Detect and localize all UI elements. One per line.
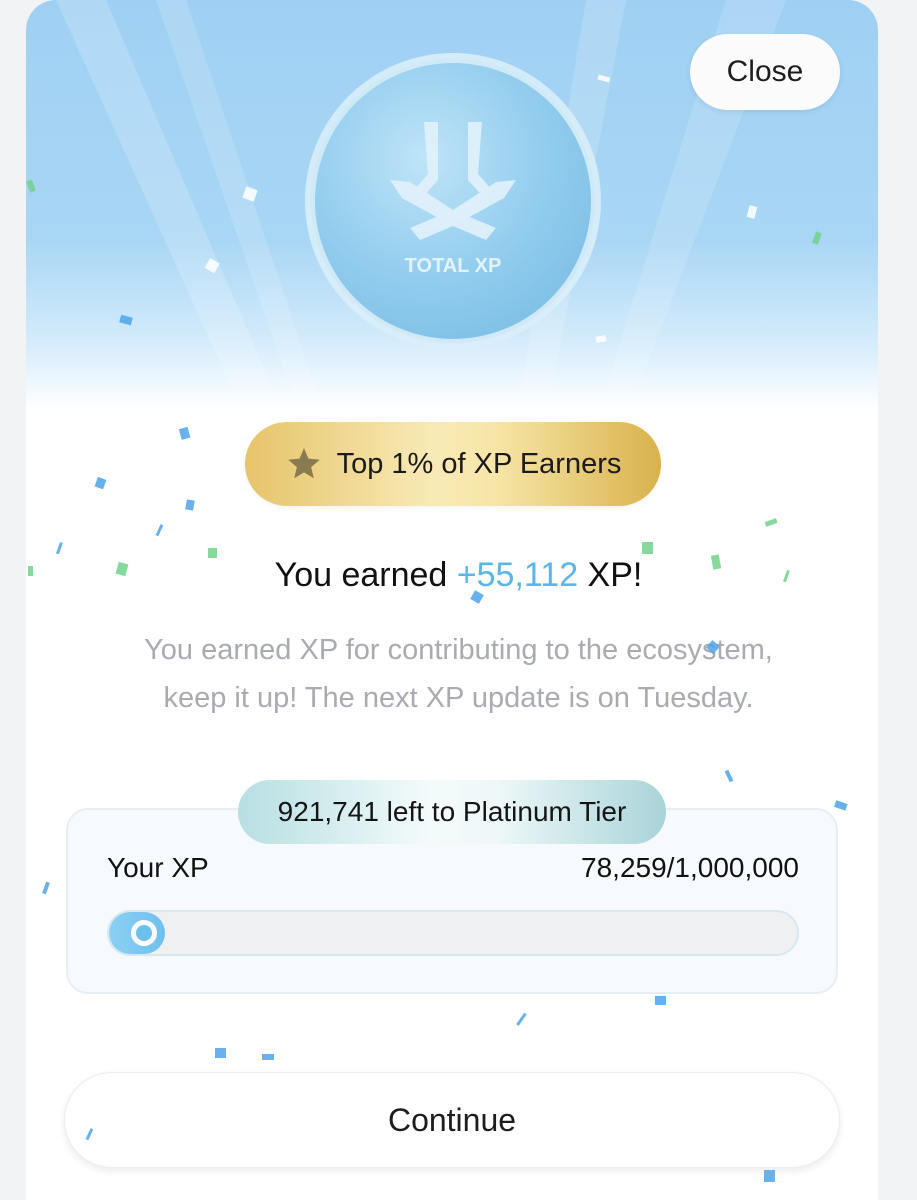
description-line-1: You earned XP for contributing to the ec… (144, 634, 773, 666)
description: You earned XP for contributing to the ec… (60, 626, 857, 722)
earned-amount: +55,112 (456, 556, 579, 594)
xp-progress-bar (107, 910, 799, 956)
xp-value: 78,259/1,000,000 (581, 852, 799, 883)
headline-prefix: You earned (274, 556, 457, 594)
your-xp-label: Your XP (107, 852, 209, 883)
earned-headline: You earned +55,112 XP! (0, 556, 917, 595)
headline-suffix: XP! (578, 556, 643, 594)
rank-badge: Top 1% of XP Earners (245, 422, 661, 506)
close-button[interactable]: Close (690, 34, 840, 110)
tier-progress-pill: 921,741 left to Platinum Tier (238, 780, 666, 844)
progress-knob (131, 920, 157, 946)
badge-text: Top 1% of XP Earners (336, 447, 622, 480)
star-icon (287, 448, 320, 479)
continue-button[interactable]: Continue (64, 1072, 840, 1168)
description-line-2: keep it up! The next XP update is on Tue… (163, 682, 754, 714)
total-xp-coin: TOTAL XP (305, 53, 601, 349)
coin-label: TOTAL XP (405, 255, 502, 277)
